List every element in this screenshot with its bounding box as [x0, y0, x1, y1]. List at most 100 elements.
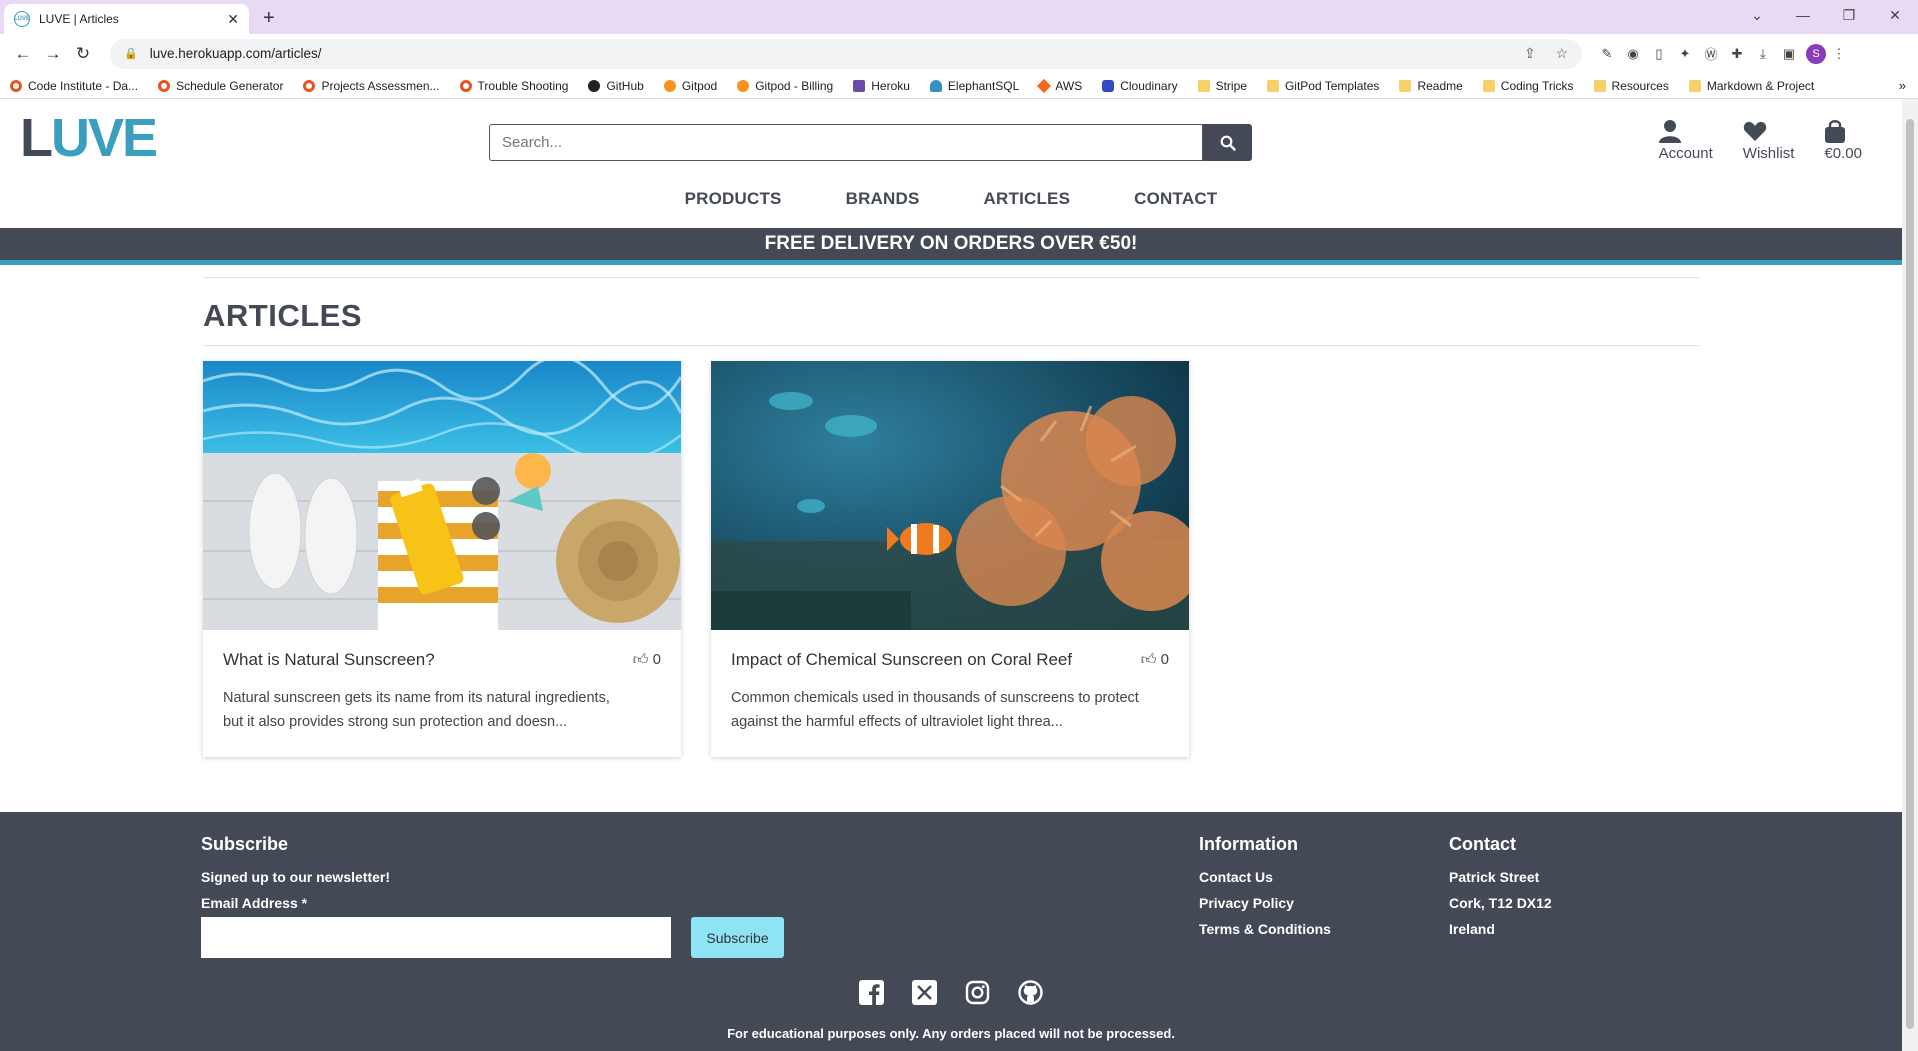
bookmark-star-icon[interactable]: ☆ — [1555, 45, 1568, 61]
bookmark-label: Readme — [1417, 78, 1463, 93]
more-bookmarks-icon[interactable]: » — [1899, 78, 1906, 93]
subscribe-section: Subscribe Signed up to our newsletter! E… — [201, 834, 784, 958]
facebook-icon[interactable] — [858, 980, 885, 1005]
page-scrollbar[interactable] — [1902, 99, 1918, 1051]
extension-doc-icon[interactable]: ▯ — [1646, 46, 1672, 62]
search-button[interactable] — [1203, 124, 1252, 161]
email-label: Email Address * — [201, 895, 308, 911]
bookmark-item[interactable]: Gitpod - Billing — [737, 79, 833, 93]
information-heading: Information — [1199, 834, 1298, 854]
account-link[interactable]: Account — [1658, 119, 1713, 162]
download-icon[interactable]: ⤓ — [1750, 46, 1776, 62]
sunscreen-beach-image — [203, 361, 681, 630]
bookmark-item[interactable]: ElephantSQL — [929, 79, 1019, 93]
bookmark-item[interactable]: Coding Tricks — [1482, 79, 1574, 93]
bookmark-item[interactable]: GitHub — [588, 79, 644, 93]
thumbs-up-icon[interactable]: 👍︎ — [633, 651, 649, 668]
browser-menu-icon[interactable]: ⋮ — [1826, 46, 1852, 62]
social-links — [0, 980, 1902, 1005]
grammarly-icon[interactable]: ◉ — [1620, 46, 1646, 62]
url-text[interactable]: luve.herokuapp.com/articles/ — [150, 46, 1508, 61]
page-viewport: LUVE Account Wishlist €0.00 — [0, 99, 1918, 1051]
user-icon — [1658, 120, 1681, 143]
article-image-sunscreen[interactable] — [203, 361, 681, 630]
bookmark-item[interactable]: Resources — [1593, 79, 1669, 93]
restore-icon[interactable]: ❐ — [1826, 7, 1872, 24]
subscribe-heading: Subscribe — [201, 834, 289, 854]
search-icon — [1220, 135, 1236, 151]
github-icon[interactable] — [1017, 980, 1044, 1005]
nav-articles[interactable]: ARTICLES — [984, 189, 1071, 209]
bookmark-item[interactable]: AWS — [1037, 78, 1082, 93]
bookmark-label: Heroku — [871, 78, 910, 93]
bookmark-item[interactable]: Trouble Shooting — [459, 79, 568, 93]
close-window-icon[interactable]: ✕ — [1872, 7, 1918, 24]
bookmark-item[interactable]: Readme — [1399, 78, 1463, 93]
address-line: Ireland — [1449, 921, 1495, 937]
article-title[interactable]: What is Natural Sunscreen? — [223, 650, 435, 670]
luve-logo[interactable]: LUVE — [20, 107, 158, 169]
address-line: Patrick Street — [1449, 869, 1540, 885]
footer-link-contact-us[interactable]: Contact Us — [1199, 869, 1331, 885]
article-image-coral-reef[interactable] — [711, 361, 1189, 630]
back-icon[interactable]: ← — [8, 44, 38, 64]
share-icon[interactable]: ⇪ — [1524, 45, 1536, 61]
like-count[interactable]: 👍︎ 0 — [1141, 651, 1169, 669]
tab-close-icon[interactable]: ✕ — [227, 11, 239, 28]
information-section: Information Contact Us Privacy Policy Te… — [1199, 834, 1331, 947]
bag-link[interactable]: €0.00 — [1824, 119, 1862, 162]
main-nav: PRODUCTS BRANDS ARTICLES CONTACT — [0, 189, 1902, 209]
site-footer: Subscribe Signed up to our newsletter! E… — [0, 812, 1902, 1051]
new-tab-icon[interactable]: + — [263, 8, 275, 28]
email-field[interactable] — [201, 917, 671, 958]
bookmark-item[interactable]: Cloudinary — [1102, 79, 1178, 93]
search-input[interactable] — [489, 124, 1203, 161]
browser-tab[interactable]: LUVE LUVE | Articles ✕ — [4, 4, 249, 34]
contact-heading: Contact — [1449, 834, 1516, 854]
bookmark-item[interactable]: Gitpod — [663, 79, 717, 93]
minimize-icon[interactable]: — — [1780, 7, 1826, 23]
side-panel-icon[interactable]: ▣ — [1776, 46, 1802, 62]
bookmark-item[interactable]: Projects Assessmen... — [303, 79, 440, 93]
coral-reef-image — [711, 361, 1189, 630]
scrollbar-thumb[interactable] — [1906, 119, 1914, 1029]
like-count[interactable]: 👍︎ 0 — [633, 651, 661, 669]
reload-icon[interactable]: ↻ — [68, 44, 98, 64]
extension-icon[interactable]: ✎ — [1594, 46, 1620, 62]
nav-contact[interactable]: CONTACT — [1134, 189, 1217, 209]
subscribe-button[interactable]: Subscribe — [691, 917, 784, 958]
x-icon[interactable] — [911, 980, 938, 1005]
bookmark-item[interactable]: Heroku — [853, 79, 910, 93]
divider — [203, 277, 1699, 278]
contact-section: Contact Patrick Street Cork, T12 DX12 Ir… — [1449, 834, 1552, 947]
article-title[interactable]: Impact of Chemical Sunscreen on Coral Re… — [731, 650, 1072, 670]
extension-unicorn-icon[interactable]: ✦ — [1672, 46, 1698, 62]
forward-icon[interactable]: → — [38, 44, 68, 64]
bookmark-item[interactable]: Markdown & Project — [1688, 79, 1814, 93]
tab-search-icon[interactable]: ⌄ — [1734, 7, 1780, 24]
bookmark-item[interactable]: GitPod Templates — [1266, 79, 1379, 93]
thumbs-up-icon[interactable]: 👍︎ — [1141, 651, 1157, 668]
bookmark-favicon-icon — [1102, 79, 1115, 92]
lock-icon[interactable]: 🔒 — [124, 47, 138, 60]
site-header: LUVE Account Wishlist €0.00 — [0, 99, 1902, 228]
bookmark-label: Gitpod - Billing — [755, 78, 834, 93]
article-card[interactable]: What is Natural Sunscreen? 👍︎ 0 Natural … — [203, 361, 681, 757]
profile-avatar[interactable]: S — [1806, 43, 1826, 64]
omnibox[interactable]: 🔒 luve.herokuapp.com/articles/ ⇪ ☆ — [110, 38, 1582, 69]
nav-products[interactable]: PRODUCTS — [685, 189, 782, 209]
bookmark-item[interactable]: Code Institute - Da... — [10, 79, 138, 93]
footer-link-privacy-policy[interactable]: Privacy Policy — [1199, 895, 1331, 911]
luve-favicon-icon: LUVE — [14, 11, 30, 27]
article-card[interactable]: Impact of Chemical Sunscreen on Coral Re… — [711, 361, 1189, 757]
bookmark-label: Schedule Generator — [176, 78, 284, 93]
footer-link-terms[interactable]: Terms & Conditions — [1199, 921, 1331, 937]
wordpress-icon[interactable]: Ⓦ — [1698, 44, 1724, 63]
wishlist-link[interactable]: Wishlist — [1743, 119, 1794, 162]
instagram-icon[interactable] — [964, 980, 991, 1005]
card-body: What is Natural Sunscreen? 👍︎ 0 Natural … — [203, 630, 681, 754]
extensions-puzzle-icon[interactable]: ✚ — [1724, 46, 1750, 62]
bookmark-item[interactable]: Schedule Generator — [158, 79, 283, 93]
bookmark-item[interactable]: Stripe — [1197, 79, 1247, 93]
nav-brands[interactable]: BRANDS — [846, 189, 920, 209]
